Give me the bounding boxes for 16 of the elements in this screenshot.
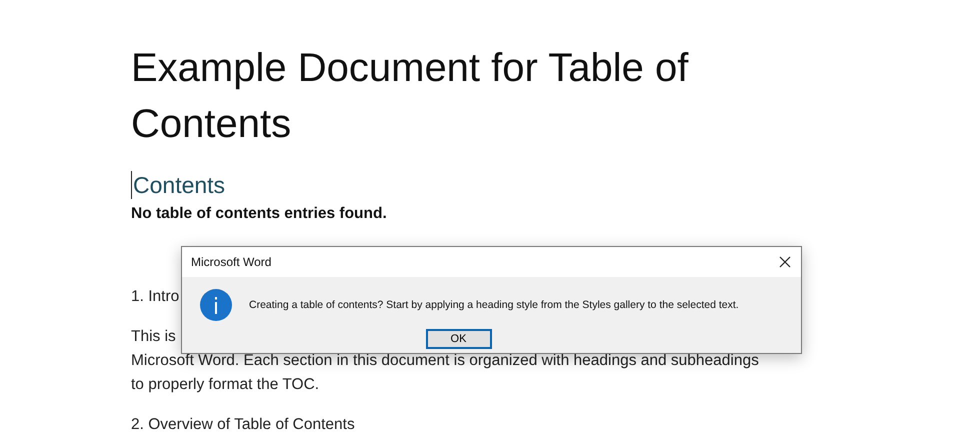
body-text: to properly format the TOC.	[131, 375, 320, 395]
text-cursor	[131, 171, 132, 199]
info-icon	[200, 289, 232, 321]
close-button[interactable]	[777, 254, 793, 270]
ok-button[interactable]: OK	[426, 329, 492, 349]
document-title: Example Document for Table of	[131, 45, 690, 92]
toc-message: No table of contents entries found.	[131, 204, 387, 224]
body-text: 1. Intro	[131, 287, 180, 307]
body-text: 2. Overview of Table of Contents	[131, 415, 355, 435]
close-icon	[779, 256, 791, 268]
dialog-message: Creating a table of contents? Start by applying a heading style from the Styles gallery to the selected text.	[249, 299, 739, 311]
body-text: Microsoft Word. Each section in this document is organized with headings and subheadings	[131, 351, 759, 371]
contents-heading: Contents	[133, 171, 226, 200]
body-text: This is	[131, 327, 176, 347]
document-title: Contents	[131, 101, 292, 148]
dialog-title: Microsoft Word	[191, 255, 272, 269]
